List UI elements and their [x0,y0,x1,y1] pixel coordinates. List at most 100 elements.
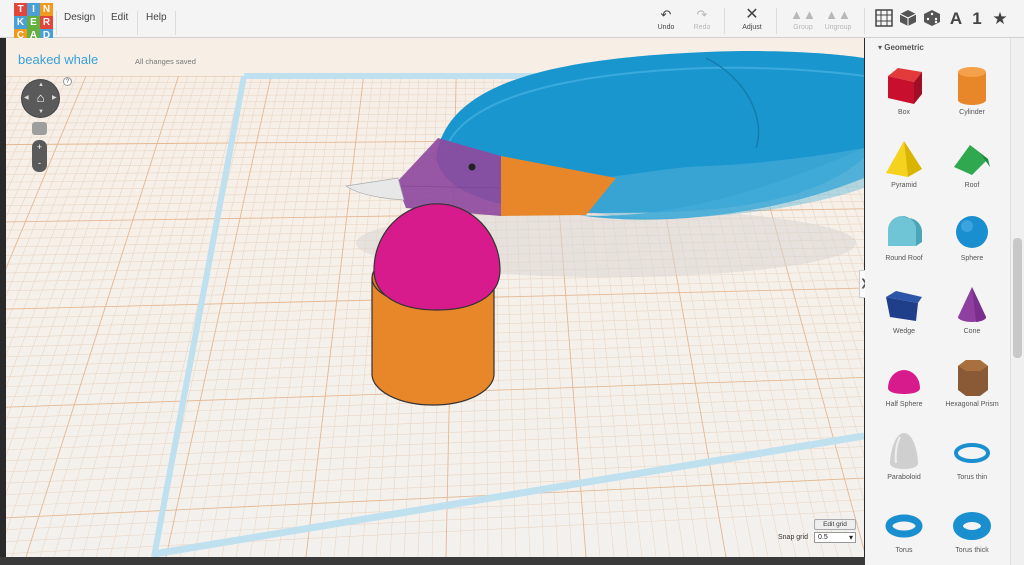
snap-grid-select[interactable]: 0.5 [814,532,856,543]
shape-label: Pyramid [891,182,917,189]
hexagonal-prism-icon [958,360,988,396]
adjust-icon: ✕ [745,6,759,23]
shape-label: Round Roof [885,255,923,262]
shape-torus[interactable]: Torus [871,502,937,554]
shape-label: Cylinder [959,109,985,116]
undo-button[interactable]: ↶ Undo [646,7,686,32]
torus-icon [885,514,923,538]
shape-paraboloid[interactable]: Paraboloid [871,429,937,481]
menu-divider [56,11,57,35]
shapes-cube-icon[interactable] [897,9,919,32]
edit-grid-button[interactable]: Edit grid [814,519,856,530]
logo-letter: T [14,3,27,16]
redo-icon: ↷ [696,7,708,22]
orbit-right-icon[interactable]: ▶ [52,95,57,101]
category-header[interactable]: ▾ Geometric [878,43,924,52]
undo-icon: ↶ [660,7,672,22]
shape-label: Roof [964,182,980,189]
scrollbar-thumb[interactable] [1013,238,1022,358]
zoom-in-button[interactable]: + [32,140,47,156]
undo-label: Undo [657,24,675,31]
toolbar-divider [864,8,865,34]
view-orbit-control[interactable]: ▲ ▼ ◀ ▶ ⌂ [22,80,59,117]
help-icon[interactable]: ? [63,77,72,86]
text-shapes-icon[interactable]: A [945,9,967,29]
cylinder-icon [958,67,986,105]
orbit-left-icon[interactable]: ◀ [24,95,29,101]
shape-label: Hexagonal Prism [945,401,999,408]
orbit-down-icon[interactable]: ▼ [38,109,44,115]
group-label: Group [793,24,813,31]
star-icon[interactable]: ★ [989,9,1011,29]
zoom-control[interactable]: + - [32,140,47,172]
shape-cone[interactable]: Cone [939,283,1005,335]
redo-label: Redo [693,24,711,31]
half-sphere-icon [888,370,920,394]
menu-divider [175,11,176,35]
wedge-icon [886,291,922,321]
menu-divider [102,11,103,35]
logo-letter: N [40,3,53,16]
torus-thin-icon [954,443,990,463]
shapes-panel: ▾ Geometric Box Cylinder Pyramid Roof Ro… [865,38,1010,565]
panel-scrollbar[interactable] [1010,38,1024,565]
number-shapes-icon[interactable]: 1 [966,9,988,29]
shape-label: Torus thick [955,547,989,554]
design-title[interactable]: beaked whale [18,52,98,67]
adjust-label: Adjust [742,24,762,31]
shape-roof[interactable]: Roof [939,137,1005,189]
shape-half-sphere[interactable]: Half Sphere [871,356,937,408]
toolbar-divider [724,8,725,34]
group-icon: ▲▲ [790,7,816,22]
paraboloid-icon [890,433,918,469]
ungroup-label: Ungroup [824,24,852,31]
fit-view-button[interactable] [32,122,47,135]
tinkercad-logo[interactable]: TINKERCAD [14,3,53,42]
shape-sphere[interactable]: Sphere [939,210,1005,262]
group-button[interactable]: ▲▲ Group [783,7,823,32]
shape-label: Box [897,109,911,116]
logo-letter: I [27,3,40,16]
torus-thick-icon [953,512,991,540]
shape-hexagonal-prism[interactable]: Hexagonal Prism [939,356,1005,408]
menu-help[interactable]: Help [146,12,167,23]
top-toolbar: TINKERCAD Design Edit Help ↶ Undo ↷ Redo… [0,0,1024,42]
workplane-canvas[interactable]: beaked whale All changes saved ▲ ▼ ◀ ▶ ⌂… [6,38,864,557]
redo-button[interactable]: ↷ Redo [682,7,722,32]
ungroup-button[interactable]: ▲▲ Ungroup [818,7,858,32]
shape-box[interactable]: Box [871,64,937,116]
shape-wedge[interactable]: Wedge [871,283,937,335]
shape-label: Torus [895,547,913,554]
toolbar-divider [776,8,777,34]
shape-cylinder[interactable]: Cylinder [939,64,1005,116]
ungroup-icon: ▲▲ [825,7,851,22]
workplane-grid[interactable] [6,38,864,557]
orbit-up-icon[interactable]: ▲ [38,82,44,88]
save-status: All changes saved [135,57,196,66]
pyramid-icon [886,141,922,177]
box-icon [888,68,922,104]
menu-divider [137,11,138,35]
shape-torus-thick[interactable]: Torus thick [939,502,1005,554]
shape-label: Paraboloid [887,474,921,481]
shape-label: Torus thin [956,474,988,481]
logo-letter: K [14,16,27,29]
shape-round-roof[interactable]: Round Roof [871,210,937,262]
cone-icon [958,287,987,322]
round-roof-icon [888,216,922,246]
menu-edit[interactable]: Edit [111,12,128,23]
dice-cube-icon[interactable] [921,9,943,32]
workplane-icon[interactable] [873,9,895,32]
shape-pyramid[interactable]: Pyramid [871,137,937,189]
shape-torus-thin[interactable]: Torus thin [939,429,1005,481]
shape-label: Cone [963,328,981,335]
window-bottom-edge [0,557,865,565]
adjust-button[interactable]: ✕ Adjust [732,6,772,32]
shape-label: Half Sphere [885,401,923,408]
zoom-out-button[interactable]: - [32,156,47,172]
sphere-icon [956,216,988,248]
snap-grid-label: Snap grid [778,534,808,541]
menu-design[interactable]: Design [64,12,95,23]
logo-letter: E [27,16,40,29]
home-view-icon[interactable]: ⌂ [33,90,48,105]
